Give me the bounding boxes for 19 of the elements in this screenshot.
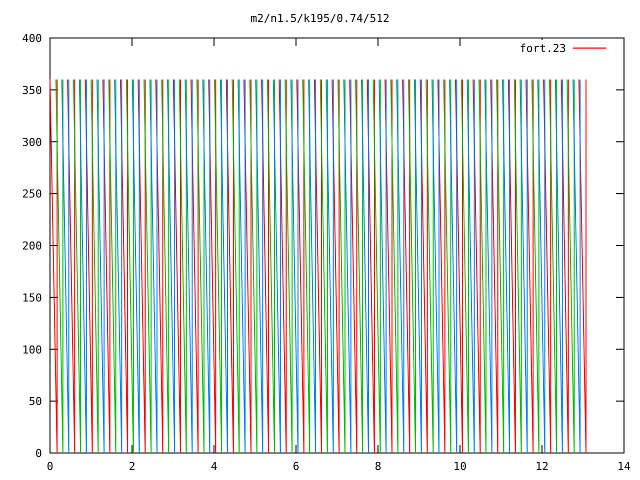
y-tick-label: 100 xyxy=(22,343,42,356)
legend-label: fort.23 xyxy=(520,42,566,55)
x-tick-label: 12 xyxy=(535,460,549,473)
y-tick-label: 150 xyxy=(22,291,42,304)
x-tick-label: 6 xyxy=(292,460,300,473)
x-tick-label: 10 xyxy=(453,460,467,473)
x-tick-label: 8 xyxy=(374,460,382,473)
chart-title: m2/n1.5/k195/0.74/512 xyxy=(250,12,390,25)
y-tick-label: 300 xyxy=(22,136,42,149)
x-tick-label: 0 xyxy=(46,460,54,473)
y-tick-label: 400 xyxy=(22,32,42,45)
y-tick-label: 200 xyxy=(22,240,42,252)
y-tick-label: 350 xyxy=(22,84,42,97)
x-tick-label: 4 xyxy=(210,460,218,473)
y-tick-label: 50 xyxy=(28,395,42,408)
x-tick-label: 2 xyxy=(128,460,136,473)
y-tick-label: 0 xyxy=(35,447,42,460)
y-tick-label: 250 xyxy=(22,188,42,201)
x-tick-label: 14 xyxy=(617,460,631,473)
